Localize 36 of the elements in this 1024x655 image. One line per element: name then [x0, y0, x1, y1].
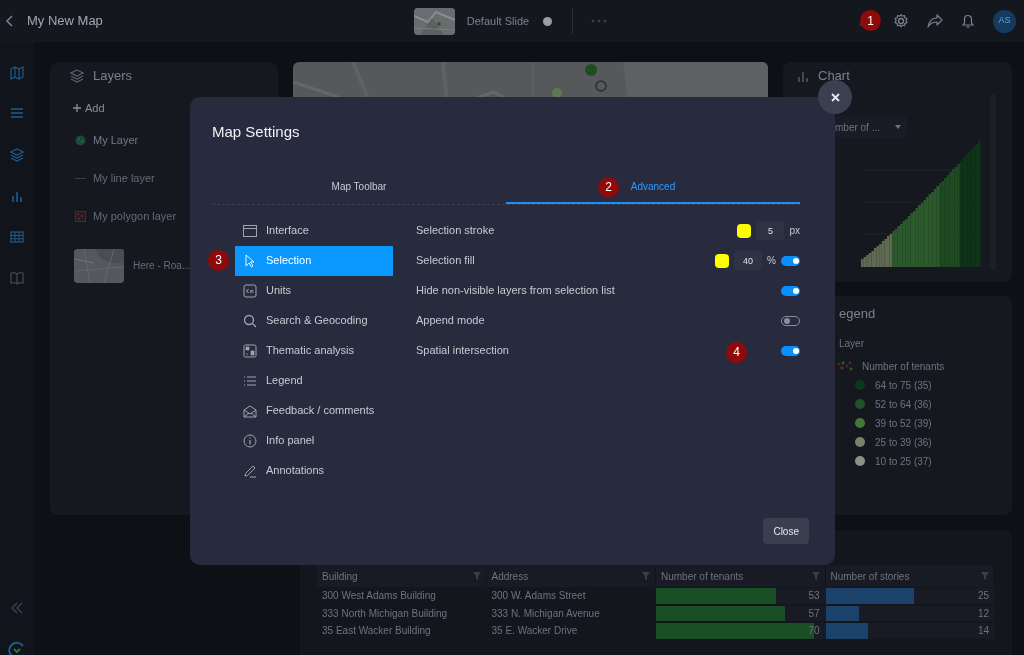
panel-title: Layers [93, 67, 133, 86]
table-cell-text: 57 [808, 606, 820, 621]
table-cell-text: 25 [977, 589, 989, 604]
step-badge: 3 [208, 249, 229, 271]
panel-title: Chart [818, 67, 850, 86]
step-badge: 4 [726, 341, 747, 363]
table-cell-text: 70 [808, 624, 820, 639]
step-badge: 1 [860, 10, 881, 31]
unit-label: px [789, 224, 800, 238]
table-cell-text: 300 West Adams Building [321, 589, 437, 603]
setting-label: Selection fill [416, 253, 475, 269]
dialog-title: Map Settings [212, 122, 301, 142]
unit-label: % [767, 254, 776, 268]
setting-label: Selection stroke [416, 223, 495, 239]
setting-label: Spatial intersection [416, 343, 509, 359]
slide-name: Default Slide [466, 13, 530, 29]
legend-label: 39 to 52 (39) [875, 416, 932, 431]
setting-label: Append mode [416, 313, 485, 329]
table-cell-text: 12 [977, 606, 989, 621]
panel-title: egend [839, 305, 877, 323]
table-cell-text: 35 E. Wacker Drive [490, 624, 579, 638]
table-cell-text: 14 [977, 624, 989, 639]
step-badge: 2 [598, 176, 619, 198]
map-title: My New Map [27, 12, 103, 31]
legend-field: Number of tenants [862, 358, 945, 374]
legend-label: 64 to 75 (35) [875, 378, 932, 393]
table-cell-text: 35 East Wacker Building [321, 624, 432, 638]
legend-label: 25 to 39 (36) [875, 435, 932, 450]
setting-label: Hide non-visible layers from selection list [416, 283, 615, 299]
table-cell-text: 333 N. Michigan Avenue [490, 606, 601, 621]
table-cell-text: 53 [808, 589, 820, 604]
legend-label: 52 to 64 (36) [875, 397, 932, 412]
table-cell-text: 300 W. Adams Street [490, 589, 587, 603]
legend-layer: Layer [839, 336, 865, 351]
table-cell-text: 333 North Michigan Building [321, 606, 449, 621]
legend-label: 10 to 25 (37) [875, 454, 932, 469]
